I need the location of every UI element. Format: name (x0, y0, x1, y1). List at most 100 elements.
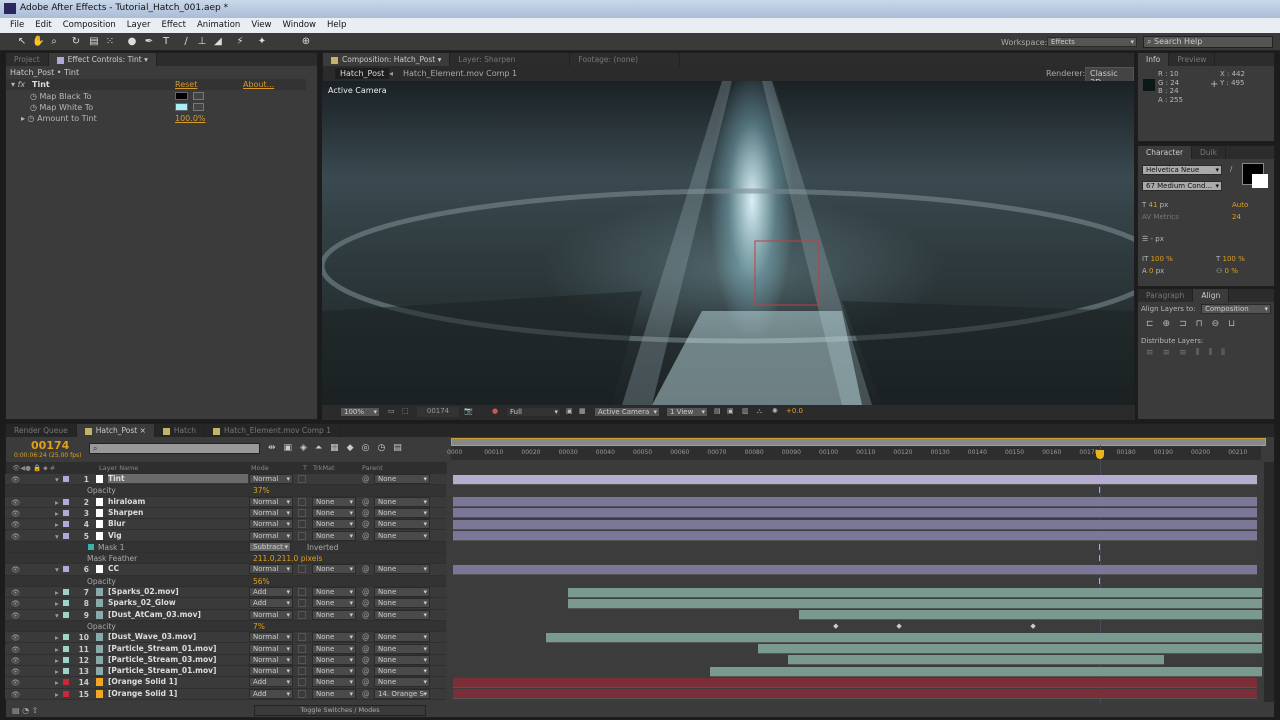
tab-hatch[interactable]: Hatch (155, 424, 205, 437)
preserve-transparency-checkbox[interactable] (298, 565, 306, 574)
preserve-transparency-checkbox[interactable] (298, 644, 306, 653)
layer-name[interactable]: [Particle_Stream_01.mov] (108, 644, 248, 653)
layer-name[interactable]: [Orange Solid 1] (108, 689, 248, 698)
keyframe-icon[interactable]: ◆ (896, 622, 901, 630)
composition-viewer[interactable]: Active Camera (322, 81, 1134, 405)
timeline-search-field[interactable]: ⌕ (89, 443, 260, 454)
puppet-tool-icon[interactable]: ✦ (256, 36, 268, 48)
align-to-select[interactable]: Composition (1201, 304, 1271, 314)
mode-select[interactable]: Normal (249, 519, 293, 530)
twirl-icon[interactable]: ▸ (55, 498, 59, 507)
mode-select[interactable]: Normal (249, 654, 293, 665)
twirl-icon[interactable]: ▸ (55, 520, 59, 529)
tab-effect-controls[interactable]: Effect Controls: Tint ▾ (48, 53, 157, 66)
pick-whip-icon[interactable]: @ (362, 497, 370, 506)
layer-row[interactable]: 👁 ▾ 9 [Dust_AtCam_03.mov]Normal None @ None (5, 609, 446, 621)
tab-footage[interactable]: Footage: (none) (570, 53, 681, 66)
pick-whip-icon[interactable]: @ (362, 508, 370, 517)
trkmat-select[interactable]: None (312, 507, 356, 518)
eye-visibility-icon[interactable]: 👁 (11, 588, 21, 597)
current-timecode[interactable]: 00174 (31, 439, 69, 452)
twirl-icon[interactable]: ▸ (55, 509, 59, 518)
parent-select[interactable]: None (374, 632, 430, 643)
crumb-hatch-element[interactable]: Hatch_Element.mov Comp 1 (403, 69, 517, 78)
layer-name[interactable]: [Orange Solid 1] (108, 677, 248, 686)
layer-name[interactable]: Sharpen (108, 508, 248, 517)
timeline-scrollbar[interactable] (1264, 462, 1274, 702)
selection-tool-icon[interactable]: ↖ (16, 36, 28, 48)
layer-name[interactable]: [Sparks_02.mov] (108, 587, 248, 596)
preserve-transparency-checkbox[interactable] (298, 610, 306, 619)
layer-duration-bar[interactable] (568, 598, 1262, 609)
twirl-icon[interactable]: ▸ (55, 667, 59, 676)
baseline-shift-field[interactable]: A 0 px (1142, 267, 1164, 275)
layer-row[interactable]: 👁 ▾ 5 VigNormal None @ None (5, 530, 446, 542)
trkmat-select[interactable]: None (312, 609, 356, 620)
tab-project[interactable]: Project (6, 53, 49, 66)
trkmat-select[interactable]: None (312, 632, 356, 643)
parent-select[interactable]: None (374, 587, 430, 597)
layer-name[interactable]: Tint (108, 474, 248, 483)
trkmat-select[interactable]: None (312, 643, 356, 654)
layer-row[interactable]: 👁 ▸ 15 [Orange Solid 1]Add None @14. Orange S (5, 688, 446, 700)
mode-select[interactable]: Normal (249, 507, 293, 518)
eye-visibility-icon[interactable]: 👁 (11, 690, 21, 699)
twirl-icon[interactable]: ▸ (55, 633, 59, 642)
twirl-icon[interactable]: ▾ (55, 611, 59, 620)
work-area-bar[interactable] (451, 438, 1266, 446)
layer-duration-bar[interactable] (709, 666, 1262, 677)
menu-view[interactable]: View (251, 20, 271, 33)
trkmat-select[interactable]: None (312, 598, 356, 609)
menu-layer[interactable]: Layer (127, 20, 151, 33)
tab-paragraph[interactable]: Paragraph (1138, 289, 1194, 302)
tracking-field[interactable]: 24 (1232, 213, 1241, 221)
property-row[interactable]: Opacity 7% (5, 620, 446, 633)
trkmat-select[interactable]: None (312, 564, 356, 575)
layer-duration-bar[interactable] (798, 610, 1262, 621)
property-value[interactable]: 37% (253, 486, 270, 495)
zoom-tool-icon[interactable]: ⌕ (48, 36, 60, 48)
twirl-icon[interactable]: ▾ (55, 475, 59, 484)
twirl-icon[interactable]: ▸ (55, 588, 59, 597)
layer-name[interactable]: CC (108, 564, 248, 573)
trkmat-select[interactable]: None (312, 587, 356, 597)
vertical-scale-field[interactable]: IT 100 % (1142, 255, 1173, 263)
layer-row[interactable]: 👁 ▾ 6 CCNormal None @ None (5, 564, 446, 576)
layer-name[interactable]: Blur (108, 519, 248, 528)
inverted-checkbox[interactable]: Inverted (307, 543, 338, 552)
label-color-swatch[interactable] (63, 656, 69, 663)
menu-composition[interactable]: Composition (63, 20, 116, 33)
layer-duration-bar[interactable] (453, 689, 1257, 700)
fast-previews-icon[interactable]: ▣ (727, 407, 734, 415)
layer-duration-bar[interactable] (453, 474, 1257, 485)
eye-visibility-icon[interactable]: 👁 (11, 667, 21, 676)
layer-row[interactable]: 👁 ▸ 12 [Particle_Stream_03.mov]Normal None @ N… (5, 654, 446, 667)
menu-animation[interactable]: Animation (197, 20, 240, 33)
pick-whip-icon[interactable]: @ (362, 474, 370, 483)
menu-file[interactable]: File (10, 20, 24, 33)
preserve-transparency-checkbox[interactable] (298, 678, 306, 687)
parent-select[interactable]: None (374, 598, 430, 609)
expand-icon[interactable]: ▾ fx (11, 80, 25, 89)
twirl-icon[interactable]: ▸ (55, 656, 59, 665)
layer-row[interactable]: 👁 ▾ 1 TintNormal @ None (5, 474, 446, 486)
layer-name[interactable]: [Dust_AtCam_03.mov] (108, 610, 248, 619)
brush-tool-icon[interactable]: / (180, 36, 192, 48)
layer-row[interactable]: 👁 ▸ 8 Sparks_02_GlowAdd None @ None (5, 598, 446, 610)
layer-duration-bar[interactable] (453, 531, 1257, 541)
eyedropper-icon[interactable]: / (1230, 165, 1232, 173)
pick-whip-icon[interactable]: @ (362, 587, 370, 596)
preserve-transparency-checkbox[interactable] (298, 655, 306, 664)
parent-select[interactable]: 14. Orange S (374, 688, 430, 699)
horizontal-scale-field[interactable]: T 100 % (1216, 255, 1245, 263)
eye-visibility-icon[interactable]: 👁 (11, 498, 21, 507)
mode-select[interactable]: Normal (249, 609, 293, 620)
twirl-icon[interactable]: ▾ (55, 565, 59, 574)
pick-whip-icon[interactable]: @ (362, 564, 370, 573)
toggle-switches-modes-button[interactable]: Toggle Switches / Modes (254, 705, 426, 716)
menu-effect[interactable]: Effect (162, 20, 186, 33)
clone-stamp-tool-icon[interactable]: ⊥ (196, 36, 208, 48)
parent-select[interactable]: None (374, 654, 430, 665)
workspace-select[interactable]: Effects (1047, 37, 1137, 47)
layer-row[interactable]: 👁 ▸ 7 [Sparks_02.mov]Add None @ None (5, 587, 446, 599)
